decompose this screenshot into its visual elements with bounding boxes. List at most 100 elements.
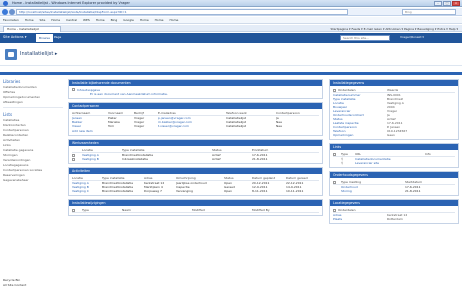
column-header[interactable]: Naam [122,208,192,212]
checkbox[interactable] [333,180,336,184]
link-url[interactable]: Leverancier site [355,161,425,165]
column-header[interactable]: Type [82,208,122,212]
minimize-button[interactable]: – [434,1,442,6]
nav-item[interactable]: Locatiegegevens [3,163,66,167]
nav-item[interactable]: Opmerkingsdocumenten [3,95,66,99]
favorites-item[interactable]: Site [40,18,46,22]
checkbox[interactable] [333,208,336,212]
column-header[interactable]: Waarde [387,88,398,92]
favorites-item[interactable]: Google [123,18,134,22]
table-row[interactable]: Vestiging C Brandmeldinstallatie Dorpswe… [72,189,319,193]
cell[interactable]: t.visser@vrager.com [158,124,226,128]
column-header[interactable]: Datum gepland [252,176,286,180]
lists-heading[interactable]: Lists [3,112,66,117]
maximize-button[interactable]: □ [443,1,451,6]
command-bar[interactable]: Startpagina ▾ Feeds ▾ E-mail lezen ▾ Afd… [331,26,458,32]
url-input[interactable]: http://localhost/sites/Installatielijst/… [16,9,348,15]
user-menu[interactable]: Vrager\Ronald ▾ [400,35,424,39]
site-actions-menu[interactable]: Site Actions ▾ [3,35,27,39]
nav-item[interactable]: Installatie gegevens [3,148,66,152]
cell: 8-11-2011 [252,189,268,193]
column-header[interactable]: Onderdelen [338,208,356,212]
column-header[interactable]: Modified By [252,208,312,212]
column-header[interactable]: Modified [192,208,252,212]
all-site-content-link[interactable]: All Site Content [3,283,26,288]
column-header[interactable]: URL [355,152,425,156]
nav-item[interactable]: Klantcontacten [3,123,66,127]
column-header[interactable]: Achternaam [72,111,108,115]
column-header[interactable]: Voornaam [108,111,134,115]
tab-page[interactable]: Page [54,35,61,39]
checkbox[interactable] [333,152,336,156]
column-header[interactable]: Telefoon werk [226,111,276,115]
nav-item[interactable]: Gegevensbeheer [3,178,66,182]
cell: Nee [276,124,282,128]
column-header[interactable]: Einddatum [252,148,302,152]
table-row[interactable]: Visser Tom Vrager t.visser@vrager.com In… [72,124,319,128]
nav-item[interactable]: Offertes [3,90,66,94]
nav-item[interactable]: Installaties [3,118,66,122]
favorites-item[interactable]: Home [140,18,149,22]
close-button[interactable]: × [452,1,460,6]
favorites-item[interactable]: Central [66,18,77,22]
favorites-item[interactable]: Home [96,18,105,22]
forward-icon[interactable] [9,9,15,15]
list-item[interactable]: Plaats Rotterdam [333,217,455,221]
column-header[interactable]: Onderdelen [338,88,356,92]
checkbox[interactable] [333,88,336,92]
column-header[interactable]: Startdatum [405,180,445,184]
column-header[interactable]: Locatie [72,176,102,180]
nav-item[interactable]: Contactpersonen Locaties [3,168,66,172]
add-new-item-link[interactable]: Add new item [72,129,319,133]
cell[interactable]: Vestiging B [82,157,122,161]
list-item[interactable]: ⚲ Leverancier site [333,161,455,165]
favorites-item[interactable]: Favorieten [3,18,19,22]
favorites-item[interactable]: Home [169,18,178,22]
checkbox[interactable] [72,157,75,161]
nav-item[interactable]: Reserveringen [3,173,66,177]
column-header[interactable]: Status [212,148,252,152]
favorites-item[interactable]: Home [51,18,60,22]
browser-tab[interactable]: Home - Installatielijst [3,26,61,32]
browser-search-input[interactable]: Bing [402,9,456,15]
libraries-heading[interactable]: Libraries [3,79,66,84]
nav-item[interactable]: Contactpersonen [3,128,66,132]
nav-item[interactable]: Links [3,143,66,147]
column-header[interactable]: Datum gereed [286,176,316,180]
favorites-item[interactable]: Home [155,18,164,22]
column-header[interactable]: Info [425,152,445,156]
nav-item[interactable]: Storingen [3,153,66,157]
nav-item[interactable]: Relatiecontacten [3,133,66,137]
checkbox[interactable] [72,88,75,91]
column-header[interactable]: Type installatie [102,176,144,180]
table-row[interactable]: Vestiging B Inbraakinstallatie Actief 21… [72,157,319,161]
checkbox[interactable] [72,208,75,212]
list-item[interactable]: Storing 21-8-2011 [333,189,455,193]
tab-browse[interactable]: Browse [36,34,53,42]
column-header[interactable]: Status [224,176,252,180]
nav-item[interactable]: Afbeeldingen [3,100,66,104]
cell[interactable]: Vestiging C [72,189,102,193]
column-header[interactable]: Locatie [82,148,122,152]
favorites-item[interactable]: WES [83,18,90,22]
column-header[interactable]: Type melding [341,180,405,184]
column-header[interactable]: Adres [144,176,176,180]
column-header[interactable]: Bedrijf [134,111,158,115]
favorites-item[interactable]: Home [25,18,34,22]
nav-item[interactable]: Verantwoordingen [3,158,66,162]
title-area: Installatielijst ▸ [0,44,462,66]
nav-item[interactable]: Installatiedocumenten [3,85,66,89]
nav-item[interactable]: Activiteiten [3,138,66,142]
cell[interactable]: Visser [72,124,108,128]
column-header[interactable]: E-mailadres [158,111,226,115]
column-header[interactable]: Omschrijving [176,176,224,180]
column-header[interactable]: Type installatie [122,148,212,152]
column-header[interactable]: Type [341,152,355,156]
cell: Actief [212,157,221,161]
site-search-input[interactable]: Search this site... [340,35,390,41]
document-note[interactable]: Er is een document van Aanmaakdatum info… [90,92,168,96]
list-item[interactable]: Opmerkingen Geen [333,133,455,137]
back-icon[interactable] [2,9,8,15]
favorites-item[interactable]: Bing [111,18,118,22]
column-header[interactable]: Contactpersoon [276,111,316,115]
